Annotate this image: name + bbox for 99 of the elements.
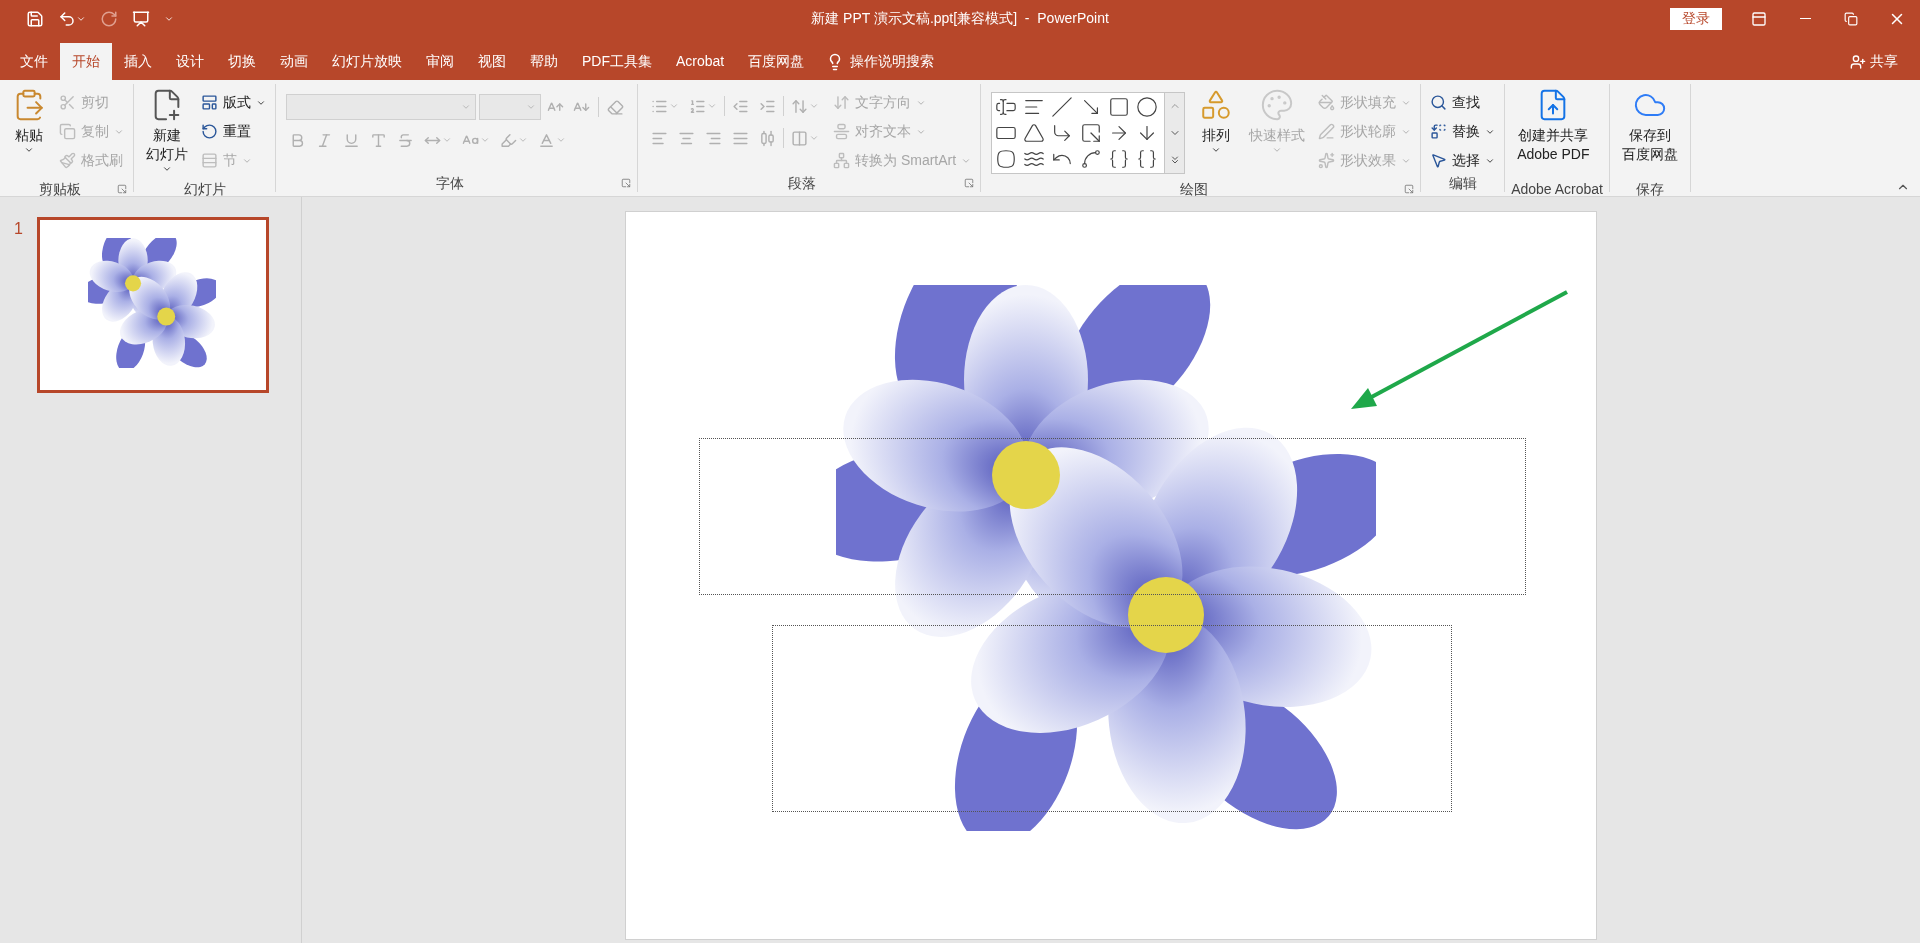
- paintbrush-icon: [59, 152, 76, 169]
- menu-tab[interactable]: 插入: [112, 43, 164, 80]
- caret-icon: [480, 135, 490, 145]
- dialog-launcher-icon[interactable]: [1404, 184, 1415, 194]
- numbering-icon: [689, 97, 706, 115]
- minimize-icon: [1799, 18, 1811, 19]
- restore-icon: [1844, 11, 1858, 26]
- ribbon-large-button[interactable]: 新建 幻灯片: [140, 84, 194, 180]
- group-label: 保存: [1636, 179, 1664, 199]
- window-title: 新建 PPT 演示文稿.ppt[兼容模式] - PowerPoint: [811, 9, 1109, 28]
- triangle-icon[interactable]: [1023, 122, 1046, 144]
- clear-format-icon: [607, 98, 624, 116]
- ribbon-small-button[interactable]: 选择: [1427, 148, 1499, 173]
- line-icon[interactable]: [1051, 96, 1074, 118]
- underline-icon: [343, 131, 360, 149]
- menu-tab[interactable]: 切换: [216, 43, 268, 80]
- ribbon-large-button[interactable]: 粘贴: [6, 84, 52, 180]
- slide-number: 1: [14, 219, 23, 239]
- italic-icon: [316, 131, 333, 149]
- menu-tab[interactable]: 动画: [268, 43, 320, 80]
- font-color-icon: [538, 131, 555, 149]
- save-icon[interactable]: [26, 9, 44, 28]
- caret-icon: [1211, 145, 1222, 155]
- group-label: Adobe Acrobat: [1511, 179, 1603, 199]
- ribbon-small-button[interactable]: 查找: [1427, 90, 1499, 115]
- line-spacing-icon: [791, 97, 808, 115]
- slide-thumbnail[interactable]: [36, 217, 269, 393]
- menu-tab[interactable]: 帮助: [518, 43, 570, 80]
- ribbon-small-button[interactable]: 替换: [1427, 119, 1499, 144]
- ribbon-display-icon: [1751, 10, 1767, 27]
- tell-me-search[interactable]: 操作说明搜索: [850, 51, 935, 72]
- caret-icon: [809, 133, 819, 143]
- ribbon-small-button[interactable]: 重置: [198, 119, 269, 144]
- sparkles-icon: [1318, 152, 1336, 169]
- group-label: 剪贴板: [38, 179, 81, 199]
- text-direction-icon: [833, 94, 850, 111]
- caret-icon: [518, 135, 528, 145]
- share-button[interactable]: 共享: [1850, 43, 1898, 80]
- person-plus-icon: [1850, 53, 1866, 70]
- pointer-icon: [1430, 152, 1448, 169]
- caret-icon: [162, 164, 172, 174]
- distribute-icon: [759, 129, 776, 147]
- oval-icon[interactable]: [1135, 96, 1158, 118]
- columns-icon: [791, 129, 808, 147]
- highlight-icon: [500, 131, 517, 149]
- paint-bucket-icon: [1318, 94, 1336, 111]
- menu-tab[interactable]: Acrobat: [664, 43, 737, 80]
- caret-icon: [1272, 145, 1283, 155]
- ribbon-large-button[interactable]: 保存到 百度网盘: [1616, 84, 1684, 180]
- login-button[interactable]: 登录: [1670, 7, 1722, 30]
- dialog-launcher-icon[interactable]: [117, 184, 127, 194]
- menu-tab[interactable]: 幻灯片放映: [320, 43, 414, 80]
- caret-icon: [461, 102, 471, 112]
- menu-tab[interactable]: 百度网盘: [736, 43, 817, 80]
- replace-icon: [1430, 123, 1448, 140]
- caret-icon: [809, 101, 819, 111]
- group-label: 编辑: [1448, 173, 1477, 193]
- curve-icon[interactable]: [1079, 148, 1102, 170]
- group-label: 段落: [788, 173, 817, 193]
- caret-icon: [24, 145, 34, 155]
- group-label: 字体: [435, 173, 464, 193]
- shapes-gallery[interactable]: [991, 92, 1186, 174]
- text-box-icon[interactable]: [995, 96, 1018, 118]
- reset-icon: [201, 123, 218, 140]
- rectangle-icon[interactable]: [1107, 96, 1130, 118]
- menu-tab[interactable]: 审阅: [414, 43, 466, 80]
- menu-tab[interactable]: 视图: [466, 43, 518, 80]
- menu-tab[interactable]: 文件: [8, 43, 60, 80]
- slideshow-icon[interactable]: [132, 9, 150, 28]
- menu-tab[interactable]: PDF工具集: [570, 43, 664, 80]
- palette-icon: [1260, 88, 1295, 122]
- menu-tab[interactable]: 开始: [60, 43, 112, 80]
- group-label: 幻灯片: [183, 179, 226, 199]
- search-icon: [1430, 94, 1448, 111]
- brace-icon[interactable]: [1107, 148, 1130, 170]
- caret-icon: [526, 102, 536, 112]
- menu-tab[interactable]: 设计: [164, 43, 216, 80]
- redo-icon[interactable]: [100, 9, 118, 28]
- pen-icon: [1318, 123, 1336, 140]
- caret-icon: [442, 135, 452, 145]
- brace-icon[interactable]: [1135, 148, 1158, 170]
- group-label: 绘图: [1179, 179, 1208, 199]
- caret-icon: [669, 101, 679, 111]
- align-text-icon: [833, 123, 850, 140]
- ribbon-large-button[interactable]: 排列: [1193, 84, 1240, 180]
- dialog-launcher-icon[interactable]: [621, 178, 631, 188]
- smartart-icon: [833, 152, 850, 169]
- scissors-icon: [59, 94, 76, 111]
- caret-icon: [556, 135, 566, 145]
- section-icon: [201, 152, 218, 169]
- layout-icon: [201, 94, 218, 111]
- undo-icon[interactable]: [58, 9, 76, 28]
- caret-icon: [707, 101, 717, 111]
- ribbon-small-button[interactable]: 版式: [198, 90, 269, 115]
- strikethrough-icon: [397, 131, 414, 149]
- dialog-launcher-icon[interactable]: [964, 178, 975, 188]
- ribbon-large-button[interactable]: 创建并共享 Adobe PDF: [1511, 84, 1596, 180]
- copy-icon: [59, 123, 76, 140]
- text-shadow-icon: [370, 131, 387, 149]
